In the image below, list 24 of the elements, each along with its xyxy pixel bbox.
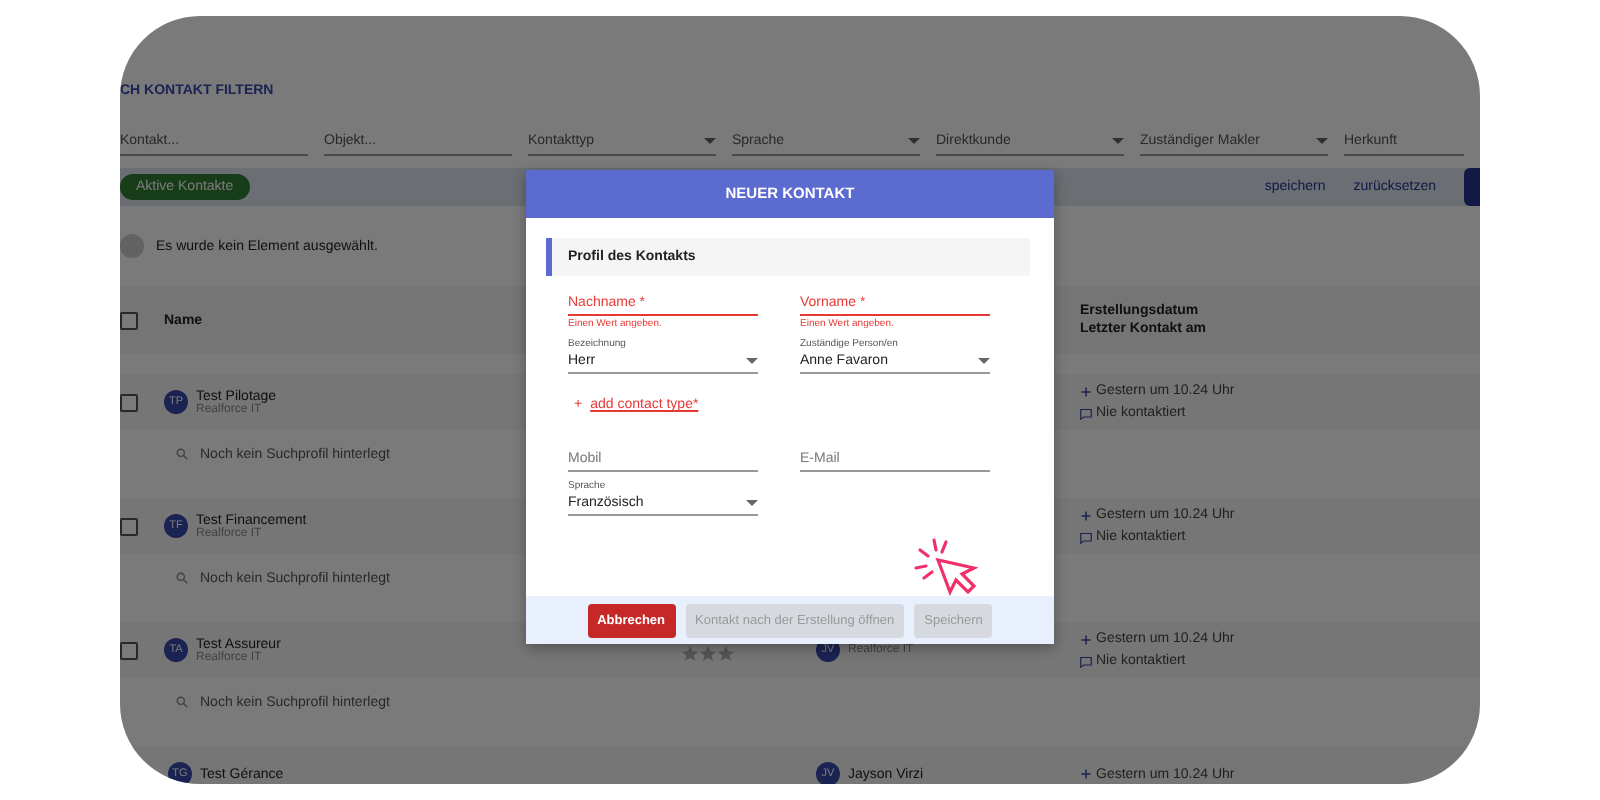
caret-icon: [978, 358, 990, 364]
caret-icon: [746, 500, 758, 506]
row-checkbox[interactable]: [120, 393, 138, 411]
search-icon: [176, 696, 188, 708]
selection-icon: [120, 234, 144, 258]
row-checkbox[interactable]: [120, 517, 138, 535]
search-icon: [176, 572, 188, 584]
plus-icon: [1080, 509, 1092, 521]
select-all-checkbox[interactable]: [120, 311, 138, 329]
caret-icon: [704, 138, 716, 144]
caret-icon: [746, 358, 758, 364]
plus-icon: [1080, 633, 1092, 645]
caret-icon: [1112, 138, 1124, 144]
row-checkbox[interactable]: [120, 641, 138, 659]
primary-button[interactable]: [1464, 168, 1480, 206]
search-icon: [176, 448, 188, 460]
caret-icon: [1316, 138, 1328, 144]
plus-icon: [1080, 385, 1092, 397]
chat-icon: [1080, 655, 1092, 667]
caret-icon: [908, 138, 920, 144]
star-rating[interactable]: [682, 646, 734, 662]
plus-icon: [1080, 768, 1092, 780]
chat-icon: [1080, 531, 1092, 543]
chat-icon: [1080, 407, 1092, 419]
